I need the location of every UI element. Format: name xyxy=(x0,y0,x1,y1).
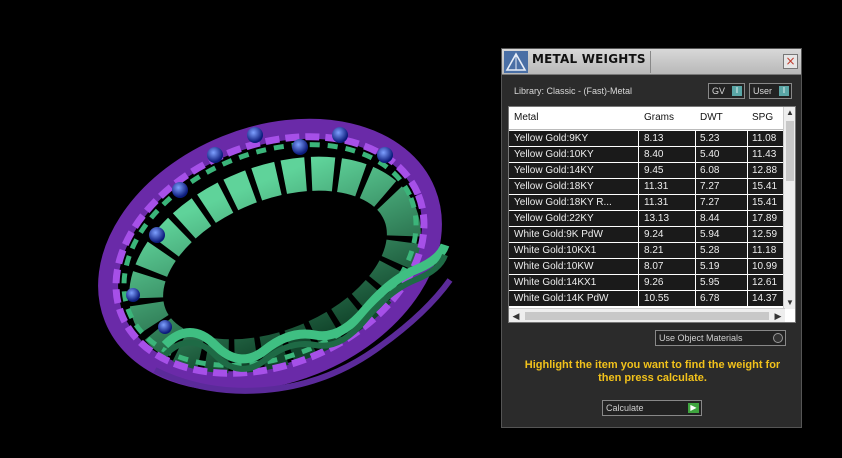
use-object-materials-label: Use Object Materials xyxy=(659,333,743,343)
cell-grams: 9.26 xyxy=(644,277,664,288)
column-header-metal[interactable]: Metal xyxy=(514,112,538,123)
cell-dwt: 6.08 xyxy=(700,165,720,176)
vertical-scrollbar[interactable]: ▲ ▼ xyxy=(783,107,795,309)
table-row[interactable]: Yellow Gold:14KY 9.45 6.08 12.88 xyxy=(509,163,785,179)
gv-toggle-label: GV xyxy=(712,86,726,96)
user-toggle-label: User xyxy=(753,86,773,96)
cell-dwt: 8.44 xyxy=(700,213,720,224)
app-logo-icon xyxy=(504,51,528,73)
cell-grams: 10.55 xyxy=(644,293,670,304)
user-toggle[interactable]: User I xyxy=(749,83,792,99)
cell-grams: 9.24 xyxy=(644,229,664,240)
cell-spg: 12.59 xyxy=(752,229,778,240)
scroll-up-icon[interactable]: ▲ xyxy=(785,108,795,118)
cell-spg: 17.89 xyxy=(752,213,778,224)
cell-spg: 10.99 xyxy=(752,261,778,272)
ring-model-render xyxy=(98,118,453,394)
cell-spg: 14.37 xyxy=(752,293,778,304)
cell-metal: White Gold:14KX1 xyxy=(514,277,597,288)
instruction-text: Highlight the item you want to find the … xyxy=(524,359,781,384)
user-indicator-icon: I xyxy=(779,86,789,96)
cell-spg: 15.41 xyxy=(752,197,778,208)
cell-metal: White Gold:9K PdW xyxy=(514,229,603,240)
cell-spg: 11.43 xyxy=(752,149,777,160)
cell-dwt: 5.40 xyxy=(700,149,720,160)
cell-grams: 8.21 xyxy=(644,245,664,256)
scroll-left-icon[interactable]: ◀ xyxy=(510,310,522,322)
scroll-right-icon[interactable]: ▶ xyxy=(772,310,784,322)
gv-toggle[interactable]: GV I xyxy=(708,83,745,99)
table-row[interactable]: Yellow Gold:22KY 13.13 8.44 17.89 xyxy=(509,211,785,227)
cell-grams: 8.40 xyxy=(644,149,664,160)
cell-spg: 12.61 xyxy=(752,277,778,288)
panel-title: METAL WEIGHTS xyxy=(532,52,646,66)
cell-dwt: 7.27 xyxy=(700,197,720,208)
cell-spg: 12.88 xyxy=(752,165,778,176)
cell-dwt: 5.19 xyxy=(700,261,720,272)
cell-grams: 11.31 xyxy=(644,181,669,192)
cell-grams: 8.13 xyxy=(644,133,664,144)
calculate-button[interactable]: Calculate ▶ xyxy=(602,400,702,416)
cell-dwt: 5.23 xyxy=(700,133,720,144)
play-arrow-icon: ▶ xyxy=(688,403,699,413)
cell-spg: 15.41 xyxy=(752,181,778,192)
cell-spg: 11.08 xyxy=(752,133,777,144)
column-header-spg[interactable]: SPG xyxy=(752,112,773,123)
cell-dwt: 5.95 xyxy=(700,277,720,288)
library-label: Library: Classic - (Fast)-Metal xyxy=(514,86,633,96)
cell-metal: Yellow Gold:14KY xyxy=(514,165,594,176)
cell-dwt: 6.78 xyxy=(700,293,720,304)
table-row[interactable]: Yellow Gold:10KY 8.40 5.40 11.43 xyxy=(509,147,785,163)
close-button[interactable]: × xyxy=(783,54,798,69)
cell-metal: White Gold:10KW xyxy=(514,261,594,272)
table-header: Metal Grams DWT SPG xyxy=(509,107,785,130)
cell-metal: White Gold:10KX1 xyxy=(514,245,597,256)
table-row[interactable]: White Gold:10KX1 8.21 5.28 11.18 xyxy=(509,243,785,259)
horizontal-scrollbar[interactable]: ◀ ▶ xyxy=(509,308,785,322)
table-body: Yellow Gold:9KY 8.13 5.23 11.08 Yellow Gold… xyxy=(509,131,785,307)
cell-metal: Yellow Gold:10KY xyxy=(514,149,594,160)
radio-icon[interactable] xyxy=(773,333,783,343)
cell-dwt: 7.27 xyxy=(700,181,720,192)
table-row[interactable]: White Gold:9K PdW 9.24 5.94 12.59 xyxy=(509,227,785,243)
cell-metal: White Gold:14K PdW xyxy=(514,293,609,304)
cell-grams: 13.13 xyxy=(644,213,670,224)
titlebar-divider xyxy=(650,51,651,73)
cell-metal: Yellow Gold:18KY R... xyxy=(514,197,612,208)
column-header-grams[interactable]: Grams xyxy=(644,112,674,123)
scroll-down-icon[interactable]: ▼ xyxy=(785,298,795,308)
cell-dwt: 5.94 xyxy=(700,229,720,240)
cell-grams: 8.07 xyxy=(644,261,664,272)
cell-grams: 11.31 xyxy=(644,197,669,208)
table-row[interactable]: Yellow Gold:9KY 8.13 5.23 11.08 xyxy=(509,131,785,147)
vertical-scroll-thumb[interactable] xyxy=(786,121,794,181)
cell-metal: Yellow Gold:9KY xyxy=(514,133,589,144)
table-row[interactable]: Yellow Gold:18KY R... 11.31 7.27 15.41 xyxy=(509,195,785,211)
metal-weights-panel: METAL WEIGHTS × Library: Classic - (Fast… xyxy=(501,48,802,428)
cell-metal: Yellow Gold:22KY xyxy=(514,213,594,224)
cell-grams: 9.45 xyxy=(644,165,664,176)
horizontal-scroll-thumb[interactable] xyxy=(525,312,769,320)
table-row[interactable]: White Gold:10KW 8.07 5.19 10.99 xyxy=(509,259,785,275)
calculate-label: Calculate xyxy=(606,403,644,413)
panel-titlebar[interactable]: METAL WEIGHTS × xyxy=(502,49,801,75)
use-object-materials-toggle[interactable]: Use Object Materials xyxy=(655,330,786,346)
cell-metal: Yellow Gold:18KY xyxy=(514,181,594,192)
cell-dwt: 5.28 xyxy=(700,245,720,256)
table-row[interactable]: Yellow Gold:18KY 11.31 7.27 15.41 xyxy=(509,179,785,195)
table-row[interactable]: White Gold:14KX1 9.26 5.95 12.61 xyxy=(509,275,785,291)
table-row[interactable]: White Gold:14K PdW 10.55 6.78 14.37 xyxy=(509,291,785,307)
column-header-dwt[interactable]: DWT xyxy=(700,112,723,123)
cell-spg: 11.18 xyxy=(752,245,777,256)
gv-indicator-icon: I xyxy=(732,86,742,96)
metal-table: Metal Grams DWT SPG Yellow Gold:9KY 8.13 5… xyxy=(508,106,796,323)
